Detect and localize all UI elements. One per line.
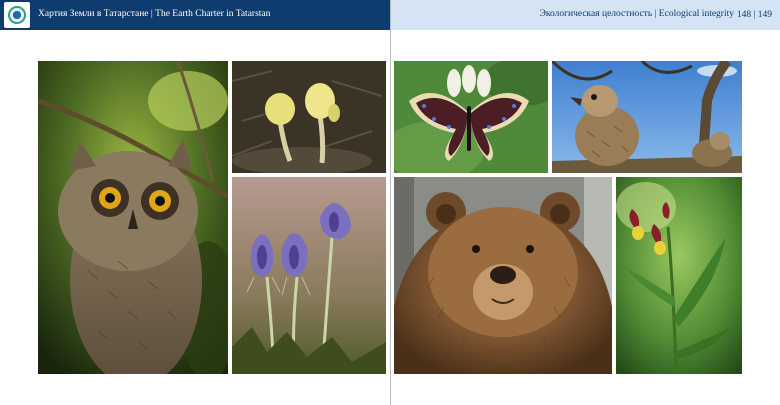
- right-header-title: Экологическая целостность | Ecological i…: [539, 9, 734, 19]
- yellow-flowers-photo: [232, 61, 386, 173]
- left-page: Хартия Земли в Татарстане | The Earth Ch…: [0, 0, 391, 405]
- earth-charter-logo-icon: [4, 2, 30, 28]
- pasque-flowers-photo: [232, 177, 386, 374]
- right-page-header: Экологическая целостность | Ecological i…: [391, 0, 780, 30]
- book-spread: Хартия Земли в Татарстане | The Earth Ch…: [0, 0, 780, 405]
- butterfly-photo: [394, 61, 548, 173]
- page-numbers: 148 | 149: [736, 10, 772, 20]
- owl-photo: [38, 61, 228, 374]
- eagle-chicks-photo: [552, 61, 742, 173]
- right-page: Экологическая целостность | Ecological i…: [391, 0, 780, 405]
- left-header-title: Хартия Земли в Татарстане | The Earth Ch…: [38, 9, 271, 19]
- orchid-photo: [616, 177, 742, 374]
- brown-bear-photo: [394, 177, 612, 374]
- left-page-header: Хартия Земли в Татарстане | The Earth Ch…: [0, 0, 390, 30]
